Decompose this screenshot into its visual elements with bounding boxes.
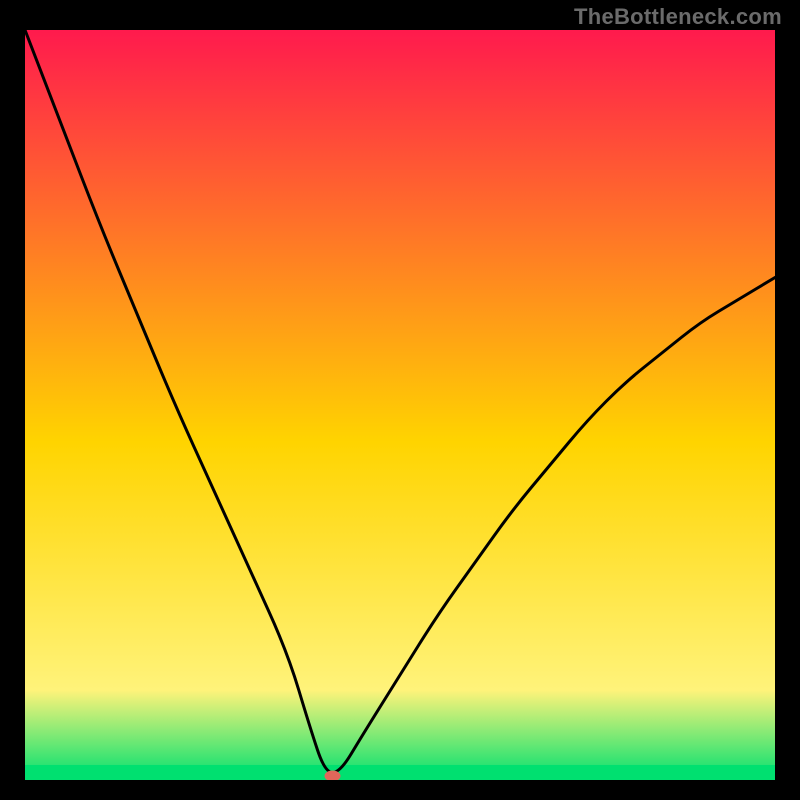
watermark-text: TheBottleneck.com: [574, 4, 782, 30]
bottleneck-chart: [25, 30, 775, 780]
green-floor-band: [25, 765, 775, 780]
chart-svg: [25, 30, 775, 780]
chart-frame: TheBottleneck.com: [0, 0, 800, 800]
gradient-background: [25, 30, 775, 780]
